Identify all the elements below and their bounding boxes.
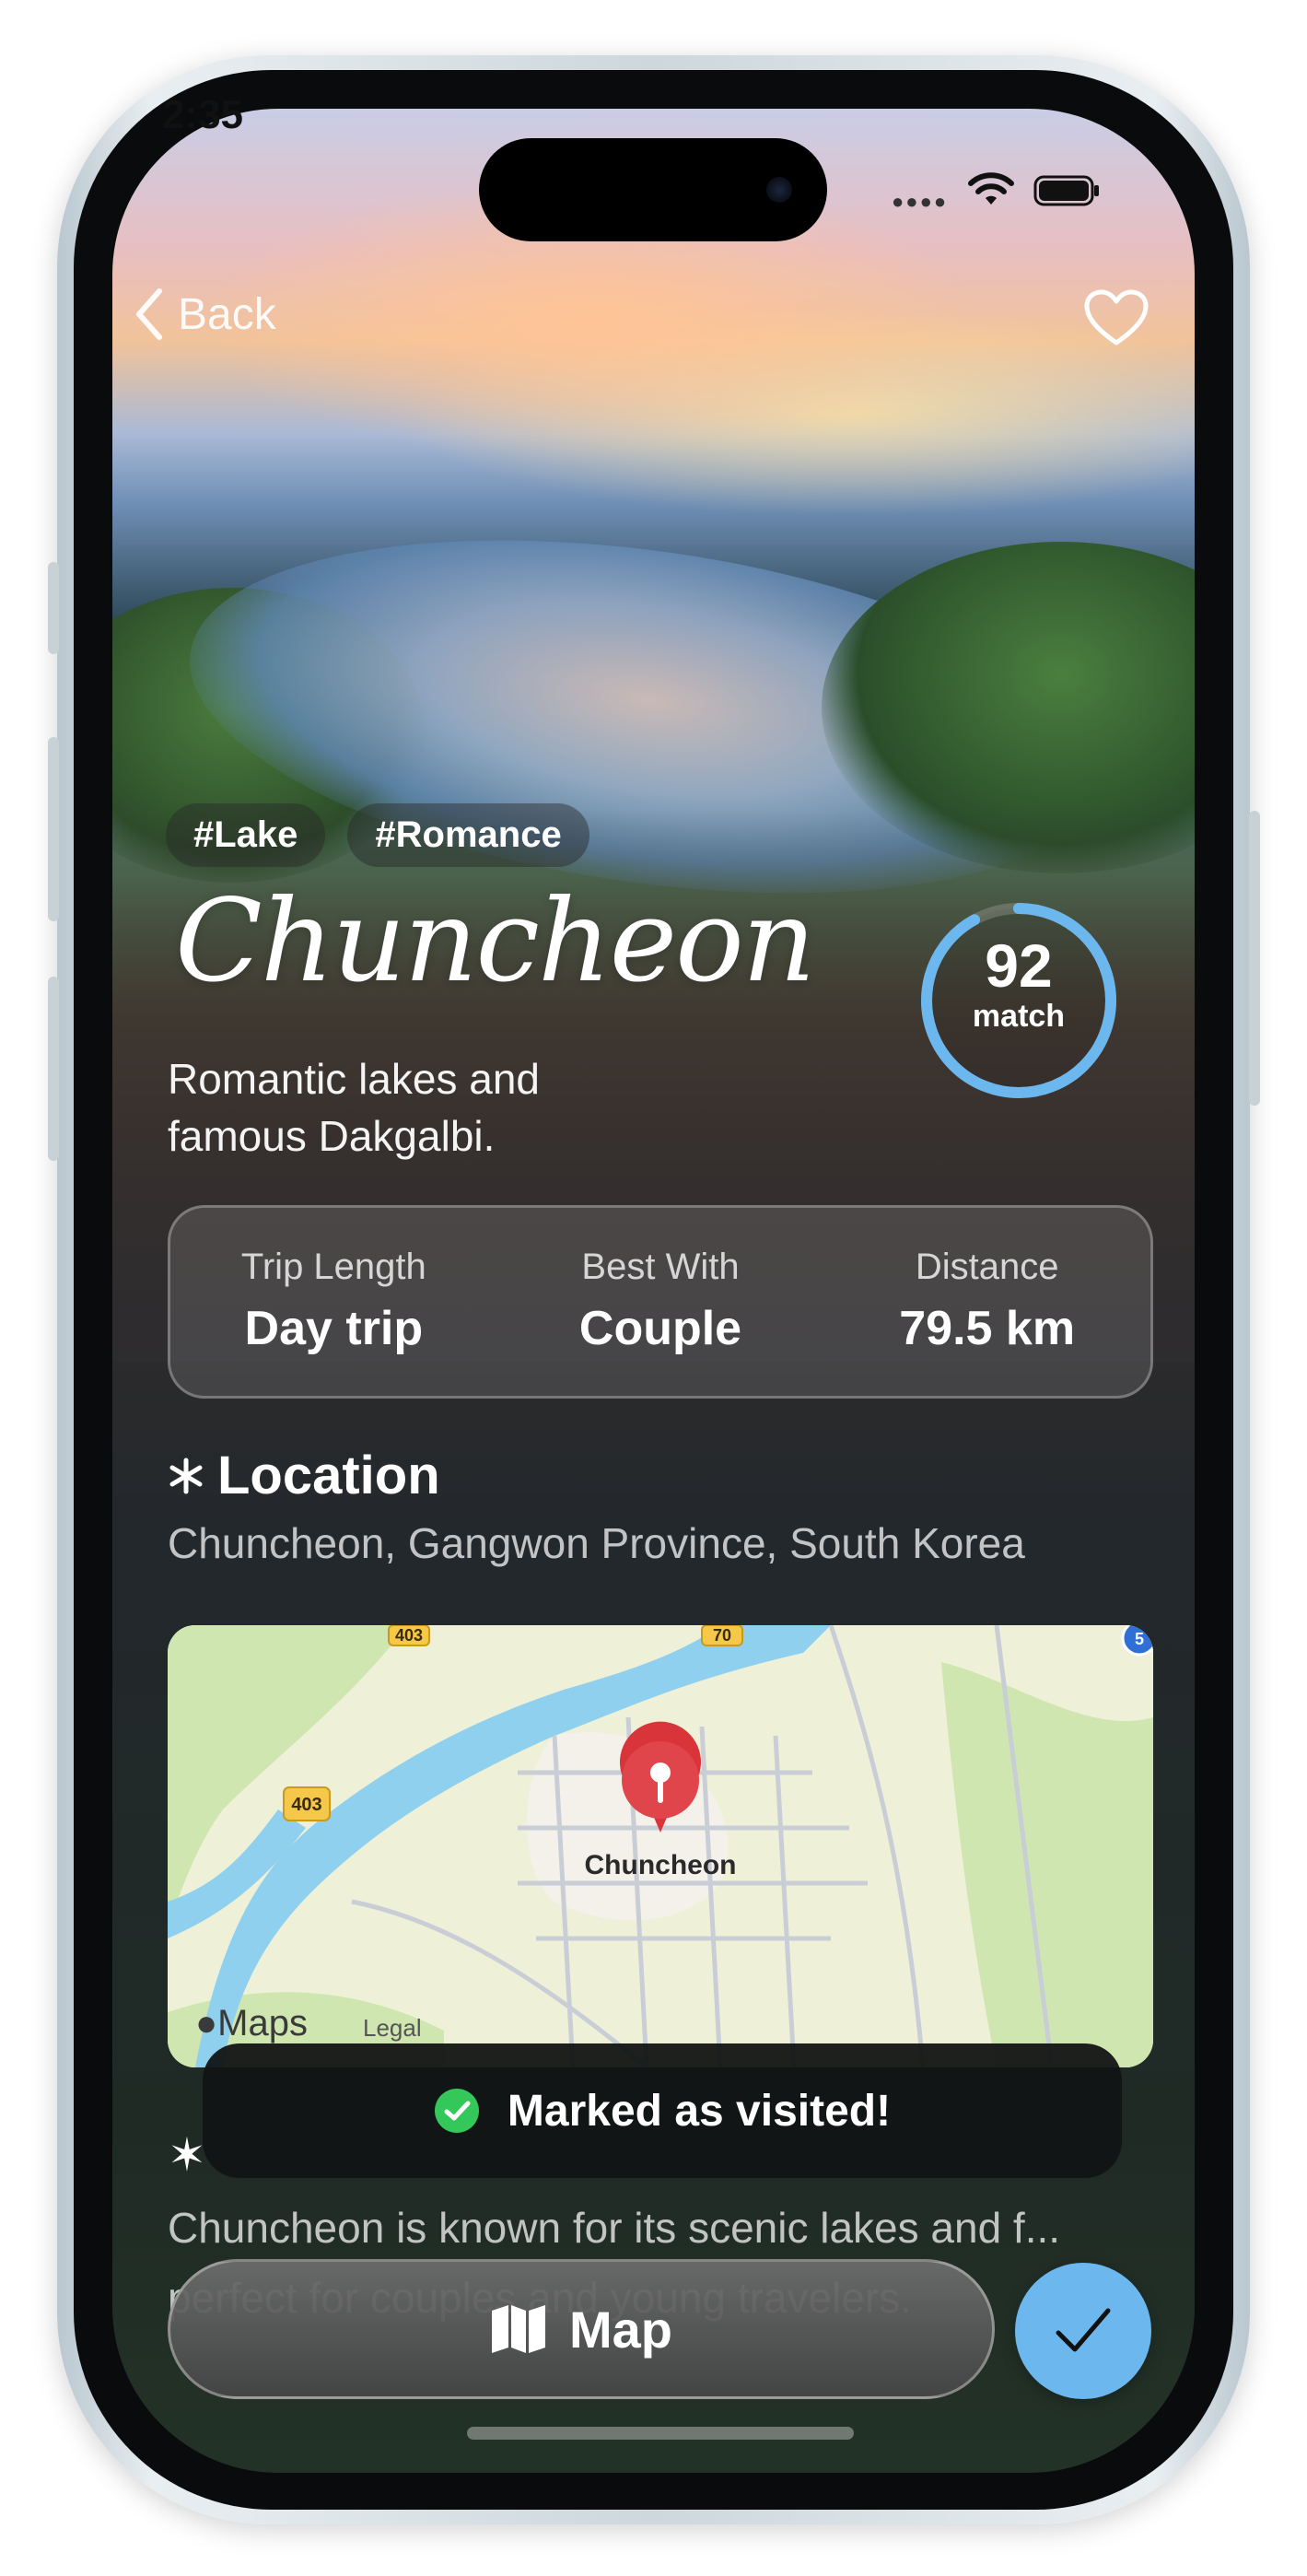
battery-icon [1033,175,1099,206]
match-score: 92 match [917,932,1120,1035]
back-button[interactable]: Back [134,287,276,341]
map-tiles: 403 403 70 5 [168,1625,1153,2067]
location-map[interactable]: 403 403 70 5 Chuncheon ●Maps Legal [168,1625,1153,2067]
action-button [48,562,59,654]
visited-toast: Marked as visited! [203,2043,1122,2178]
signal-dots-icon: ●●●● [892,190,949,213]
road-badge: 5 [1135,1630,1144,1648]
stat-distance: Distance 79.5 km [823,1208,1150,1396]
map-pin-label: Chuncheon [584,1850,737,1880]
match-score-label: match [972,999,1066,1034]
maps-logo: ●Maps [195,2003,308,2044]
stat-label: Trip Length [240,1247,426,1287]
map-legal-link[interactable]: Legal [363,2014,422,2043]
location-address: Chuncheon, Gangwon Province, South Korea [168,1519,1025,1567]
back-label: Back [178,289,276,339]
check-circle-icon [434,2089,479,2133]
road-badge: 403 [395,1626,423,1645]
map-icon [492,2305,545,2353]
destination-title: Chuncheon [175,875,816,1008]
maps-brand-label: Maps [217,2003,308,2043]
stat-value: Couple [578,1302,742,1355]
chevron-left-icon [136,288,162,340]
map-button[interactable]: Map [168,2259,995,2399]
map-button-label: Map [569,2300,672,2359]
star-icon [169,1458,203,1493]
stat-best-with: Best With Couple [497,1208,824,1396]
match-score-value: 92 [985,931,1053,1000]
stat-value: 79.5 km [899,1302,1076,1355]
stat-value: Day trip [244,1302,424,1355]
star-icon: ✶ [168,2129,206,2181]
tag-list: #Lake #Romance [166,803,589,867]
tag-chip[interactable]: #Lake [166,803,326,867]
stat-label: Distance [915,1247,1059,1287]
wifi-icon [968,172,1014,205]
trip-stats-card: Trip Length Day trip Best With Couple Di… [168,1205,1153,1399]
heart-icon[interactable] [1083,289,1149,348]
check-icon [1056,2308,1111,2352]
stat-trip-length: Trip Length Day trip [170,1208,497,1396]
visited-check-button[interactable] [1015,2263,1151,2399]
volume-down-button [48,977,59,1161]
volume-up-button [48,737,59,921]
location-heading-label: Location [217,1446,440,1505]
status-time: 2:35 [161,92,244,137]
power-button [1249,811,1260,1106]
toast-message: Marked as visited! [507,2086,892,2136]
stat-label: Best With [581,1247,740,1287]
home-indicator [467,2427,854,2440]
location-heading: Location [168,1445,440,1506]
road-badge: 403 [291,1795,321,1815]
tag-chip[interactable]: #Romance [347,803,589,867]
apple-logo-icon: ● [195,2003,218,2043]
camera-icon [766,177,792,203]
destination-tagline: Romantic lakes and famous Dakgalbi. [168,1055,540,1160]
road-badge: 70 [713,1626,731,1645]
